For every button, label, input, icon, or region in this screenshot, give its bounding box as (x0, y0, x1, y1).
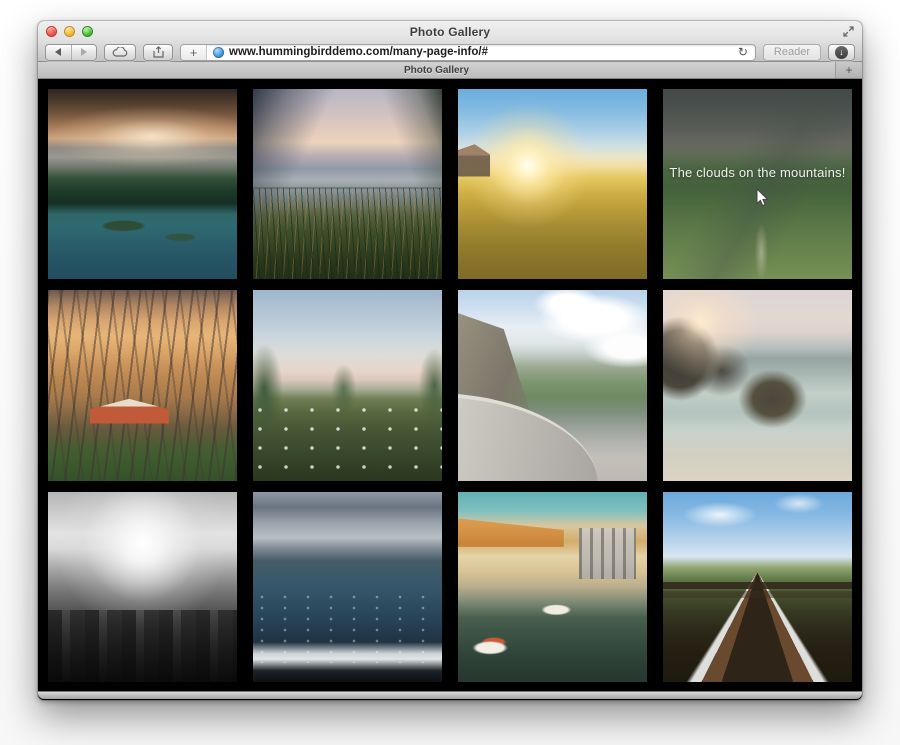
icloud-tabs-button[interactable] (104, 44, 136, 61)
new-tab-button[interactable]: + (836, 62, 862, 78)
gallery-photo[interactable] (458, 492, 647, 682)
photo-grid: The clouds on the mountains! (38, 79, 862, 691)
add-bookmark-button[interactable]: + (181, 45, 207, 60)
cloud-icon (112, 47, 128, 57)
gallery-photo[interactable]: The clouds on the mountains! (663, 89, 852, 279)
reader-button[interactable]: Reader (763, 44, 821, 61)
url-text[interactable]: www.hummingbirddemo.com/many-page-info/# (229, 46, 488, 58)
gallery-photo[interactable] (458, 290, 647, 480)
toolbar: + www.hummingbirddemo.com/many-page-info… (38, 42, 862, 62)
reload-button[interactable]: ↻ (731, 46, 755, 58)
gallery-photo[interactable] (48, 290, 237, 480)
title-bar[interactable]: Photo Gallery (38, 21, 862, 42)
forward-button[interactable] (72, 45, 97, 60)
window-bottom-edge (38, 691, 862, 699)
reload-icon: ↻ (738, 45, 748, 59)
back-icon (55, 48, 61, 56)
share-button[interactable] (143, 44, 173, 61)
minimize-window-button[interactable] (64, 26, 75, 37)
download-icon: ↓ (835, 46, 848, 59)
gallery-photo[interactable] (253, 290, 442, 480)
window-title: Photo Gallery (38, 25, 862, 39)
gallery-photo[interactable] (253, 492, 442, 682)
gallery-photo[interactable] (458, 89, 647, 279)
mouse-cursor-icon (756, 188, 768, 207)
address-bar[interactable]: + www.hummingbirddemo.com/many-page-info… (180, 44, 756, 61)
gallery-photo[interactable] (663, 290, 852, 480)
tab-bar: Photo Gallery + (38, 62, 862, 79)
gallery-photo[interactable] (48, 492, 237, 682)
globe-favicon (213, 47, 224, 58)
close-window-button[interactable] (46, 26, 57, 37)
gallery-photo[interactable] (253, 89, 442, 279)
forward-icon (81, 48, 87, 56)
zoom-window-button[interactable] (82, 26, 93, 37)
share-icon (152, 46, 165, 58)
history-navigation (45, 44, 97, 61)
photo-caption: The clouds on the mountains! (663, 165, 852, 180)
browser-window: Photo Gallery (38, 21, 862, 700)
window-controls (46, 26, 93, 37)
fullscreen-icon[interactable] (841, 25, 855, 38)
tab-photo-gallery[interactable]: Photo Gallery (38, 62, 836, 78)
downloads-button[interactable]: ↓ (828, 44, 855, 61)
gallery-photo[interactable] (663, 492, 852, 682)
back-button[interactable] (46, 45, 72, 60)
gallery-photo[interactable] (48, 89, 237, 279)
browser-chrome: Photo Gallery (38, 21, 862, 62)
